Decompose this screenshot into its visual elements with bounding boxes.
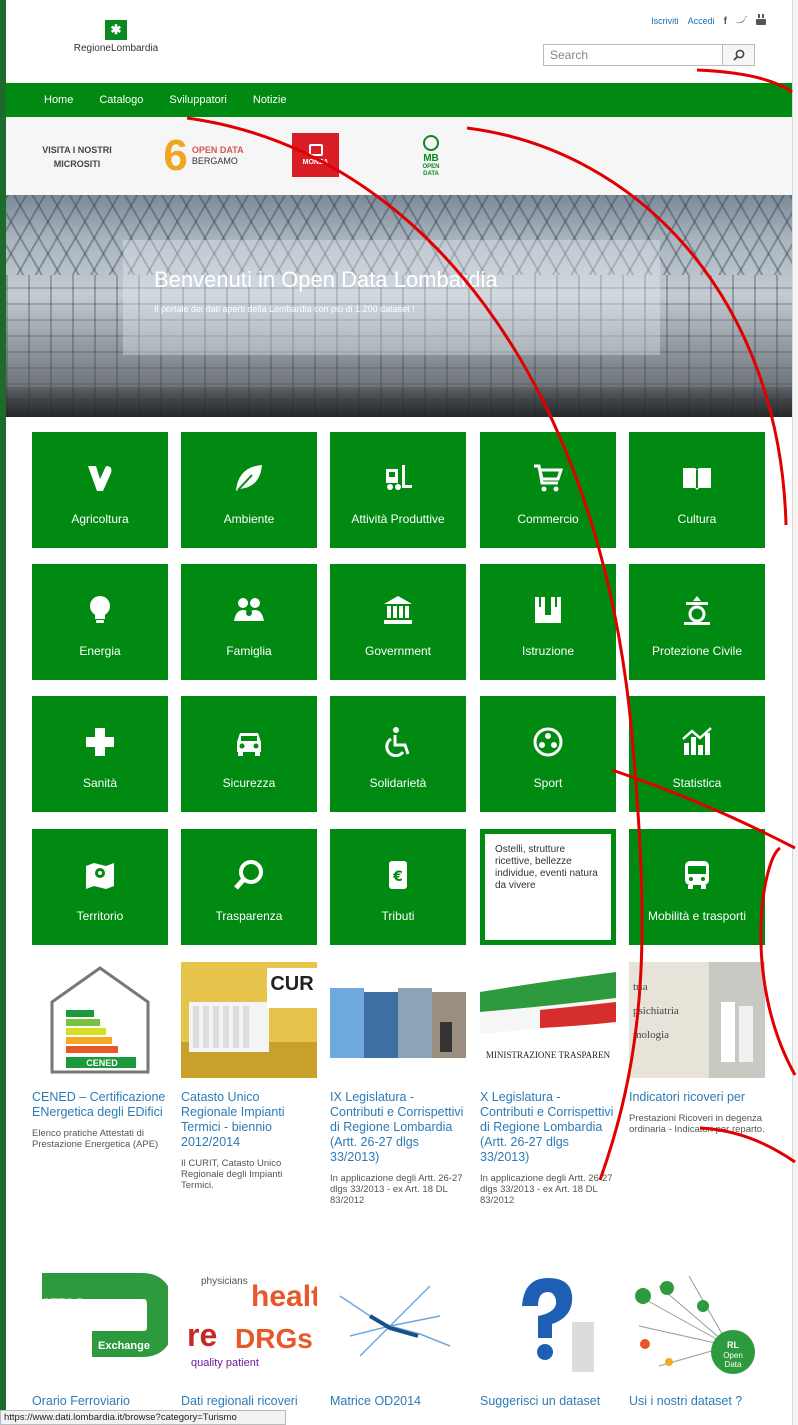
annotation-arc (466, 126, 788, 526)
annotation-overlay (186, 68, 797, 1181)
annotation-arc (696, 68, 793, 94)
annotation-arc (759, 846, 797, 1076)
annotation-arc (186, 116, 644, 1181)
annotation-arc (699, 1126, 796, 1164)
